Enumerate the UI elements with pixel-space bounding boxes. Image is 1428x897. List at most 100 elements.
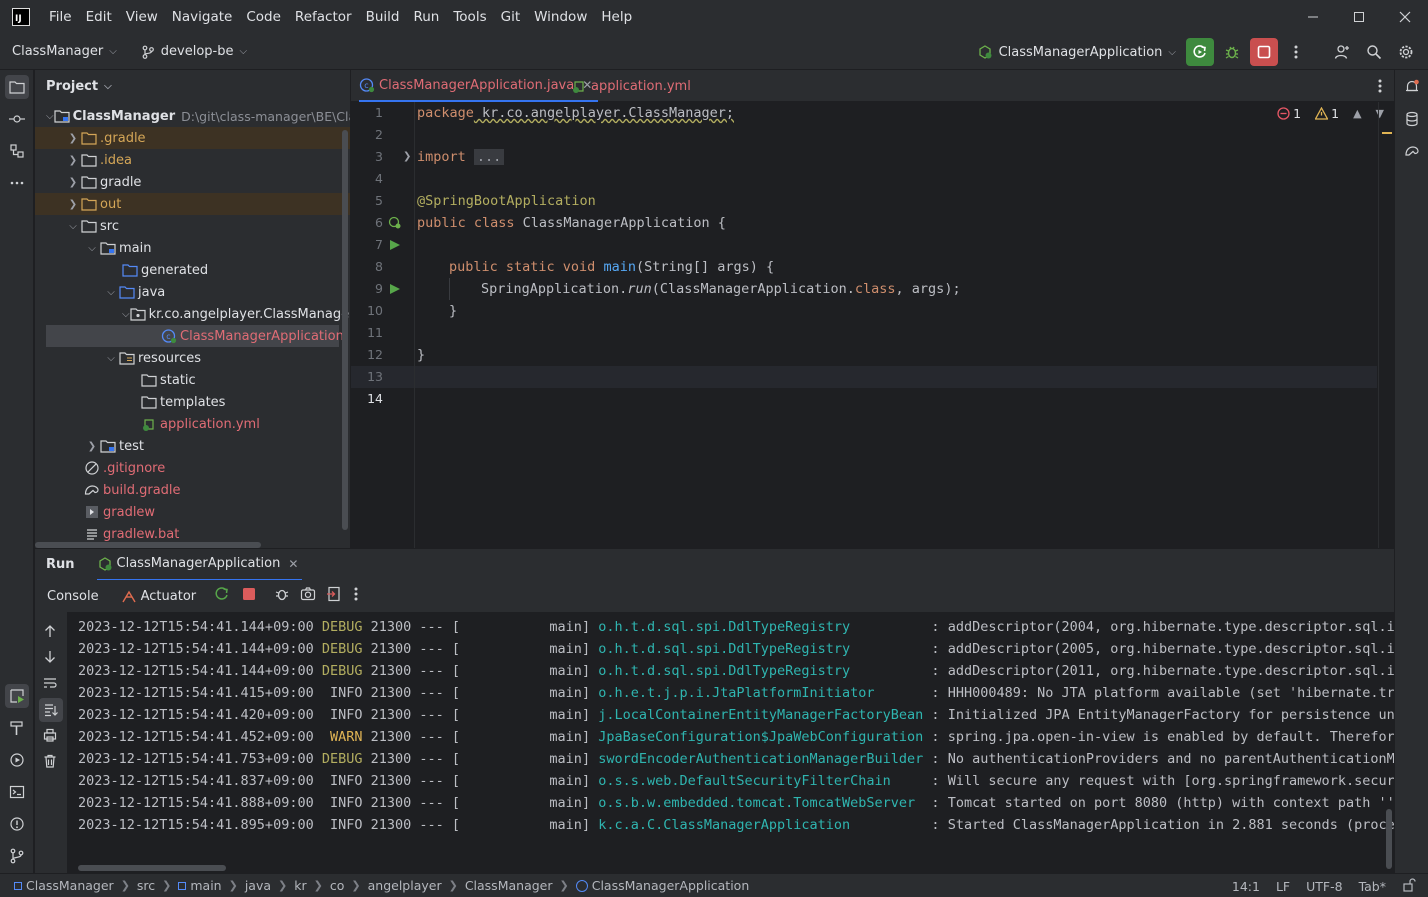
- file-encoding[interactable]: UTF-8: [1306, 879, 1342, 894]
- console-horizontal-scrollbar[interactable]: [78, 865, 226, 871]
- menu-help[interactable]: Help: [594, 9, 639, 25]
- tree-item-idea[interactable]: ❯ .idea: [35, 149, 350, 171]
- inspection-widget[interactable]: 1 1 ▲ ▼: [1277, 106, 1384, 121]
- search-everywhere-button[interactable]: [1360, 38, 1388, 66]
- vcs-branch-selector[interactable]: develop-be ⌵: [135, 44, 253, 59]
- code-editor[interactable]: 1 2 3 4 5 6 7 8 9 10 11 12 13 14 ❯ packa…: [351, 102, 1394, 548]
- rerun-button[interactable]: [214, 586, 230, 606]
- menu-tools[interactable]: Tools: [446, 9, 493, 25]
- tab-classmanagerapplication-java[interactable]: c ClassManagerApplication.java ✕: [359, 70, 599, 102]
- notifications-button[interactable]: [1400, 75, 1424, 99]
- add-user-button[interactable]: [1328, 38, 1356, 66]
- editor-tab-options-button[interactable]: [1378, 78, 1382, 98]
- tree-item-resources[interactable]: ⌵ resources: [35, 347, 350, 369]
- build-tool-button[interactable]: [5, 716, 29, 740]
- git-tool-button[interactable]: [5, 844, 29, 868]
- tree-item-main-class[interactable]: c ClassManagerApplication: [46, 325, 344, 347]
- stop-button[interactable]: [242, 587, 256, 605]
- tree-item-gradlew[interactable]: gradlew: [35, 501, 350, 523]
- screenshot-button[interactable]: [300, 586, 316, 606]
- tab-actuator[interactable]: Actuator: [121, 588, 196, 604]
- breadcrumb-item[interactable]: java: [245, 878, 271, 893]
- read-only-toggle[interactable]: [1402, 877, 1416, 895]
- run-configuration-selector[interactable]: ClassManagerApplication ⌵: [971, 44, 1182, 60]
- caret-position[interactable]: 14:1: [1232, 879, 1260, 894]
- print-button[interactable]: [43, 728, 57, 746]
- run-tab-classmanagerapplication[interactable]: ClassManagerApplication ✕: [96, 549, 303, 581]
- editor-vertical-scrollbar[interactable]: [1378, 102, 1394, 548]
- menu-window[interactable]: Window: [527, 9, 594, 25]
- tree-item-gradle[interactable]: ❯ gradle: [35, 171, 350, 193]
- run-tool-button[interactable]: [5, 684, 29, 708]
- debug-button[interactable]: [1218, 38, 1246, 66]
- tree-item-main[interactable]: ⌵ main: [35, 237, 350, 259]
- menu-edit[interactable]: Edit: [79, 9, 119, 25]
- breadcrumb-item[interactable]: main: [178, 878, 222, 893]
- tree-item-test[interactable]: ❯ test: [35, 435, 350, 457]
- tab-application-yml[interactable]: application.yml: [571, 70, 691, 102]
- breadcrumb-item[interactable]: kr: [294, 878, 306, 893]
- warning-stripe-marker[interactable]: [1382, 132, 1392, 134]
- console-output[interactable]: 2023-12-12T15:54:41.144+09:00 DEBUG 2130…: [67, 612, 1394, 873]
- menu-run[interactable]: Run: [406, 9, 446, 25]
- soft-wrap-button[interactable]: [43, 676, 57, 694]
- tree-item-java[interactable]: ⌵ java: [35, 281, 350, 303]
- debug-button[interactable]: [274, 586, 290, 606]
- clear-all-button[interactable]: [43, 754, 57, 772]
- problems-tool-button[interactable]: [5, 812, 29, 836]
- tree-item-application-yml[interactable]: application.yml: [35, 413, 350, 435]
- tree-item-generated[interactable]: generated: [35, 259, 350, 281]
- scroll-up-button[interactable]: [43, 624, 57, 642]
- more-actions-button[interactable]: [1282, 38, 1310, 66]
- tree-item-gitignore[interactable]: .gitignore: [35, 457, 350, 479]
- close-window-button[interactable]: [1382, 0, 1428, 34]
- maximize-button[interactable]: [1336, 0, 1382, 34]
- exit-button[interactable]: [326, 586, 342, 606]
- database-button[interactable]: [1400, 107, 1424, 131]
- indent-setting[interactable]: Tab*: [1359, 879, 1386, 894]
- intellij-logo-icon[interactable]: IJ: [12, 8, 30, 26]
- menu-file[interactable]: File: [42, 9, 79, 25]
- menu-code[interactable]: Code: [239, 9, 288, 25]
- settings-button[interactable]: [1392, 38, 1420, 66]
- structure-tool-button[interactable]: [5, 139, 29, 163]
- menu-refactor[interactable]: Refactor: [288, 9, 359, 25]
- console-vertical-scrollbar[interactable]: [1386, 809, 1392, 869]
- services-tool-button[interactable]: [5, 748, 29, 772]
- more-actions-button[interactable]: [354, 586, 358, 606]
- gradle-button[interactable]: [1400, 139, 1424, 163]
- chevron-up-icon[interactable]: ▲: [1353, 107, 1361, 120]
- spring-bean-gutter-icon[interactable]: [388, 216, 402, 234]
- breadcrumb-item[interactable]: co: [330, 878, 345, 893]
- terminal-tool-button[interactable]: [5, 780, 29, 804]
- run-gutter-icon[interactable]: [389, 283, 401, 299]
- commit-tool-button[interactable]: [5, 107, 29, 131]
- rerun-button[interactable]: [1186, 38, 1214, 66]
- tree-item-package[interactable]: ⌵ kr.co.angelplayer.ClassManager: [35, 303, 350, 325]
- project-selector[interactable]: ClassManager ⌵: [6, 44, 123, 59]
- breadcrumb-item[interactable]: ClassManager: [14, 878, 114, 893]
- breadcrumb-item[interactable]: src: [137, 878, 155, 893]
- folded-imports[interactable]: ...: [473, 149, 505, 165]
- tree-item-out[interactable]: ❯ out: [35, 193, 350, 215]
- menu-git[interactable]: Git: [494, 9, 528, 25]
- menu-build[interactable]: Build: [359, 9, 407, 25]
- fold-icon[interactable]: ❯: [403, 146, 411, 168]
- run-gutter-icon[interactable]: [389, 239, 401, 255]
- project-vertical-scrollbar[interactable]: [342, 130, 348, 530]
- minimize-button[interactable]: [1290, 0, 1336, 34]
- warning-count[interactable]: 1: [1315, 106, 1339, 121]
- scroll-down-button[interactable]: [43, 650, 57, 668]
- error-count[interactable]: 1: [1277, 106, 1301, 121]
- project-tool-button[interactable]: [5, 75, 29, 99]
- scroll-to-end-button[interactable]: [39, 698, 63, 722]
- close-tab-icon[interactable]: ✕: [288, 557, 298, 571]
- line-separator[interactable]: LF: [1276, 879, 1290, 894]
- tree-item-gradle-cache[interactable]: ❯ .gradle: [35, 127, 350, 149]
- tree-root[interactable]: ⌵ ClassManager D:\git\class-manager\BE\C…: [35, 105, 350, 127]
- more-tools-button[interactable]: [5, 171, 29, 195]
- tree-item-templates[interactable]: templates: [35, 391, 350, 413]
- tab-console[interactable]: Console: [47, 589, 99, 604]
- breadcrumb-item[interactable]: ClassManagerApplication: [575, 878, 749, 893]
- project-panel-header[interactable]: Project ⌵: [35, 70, 350, 102]
